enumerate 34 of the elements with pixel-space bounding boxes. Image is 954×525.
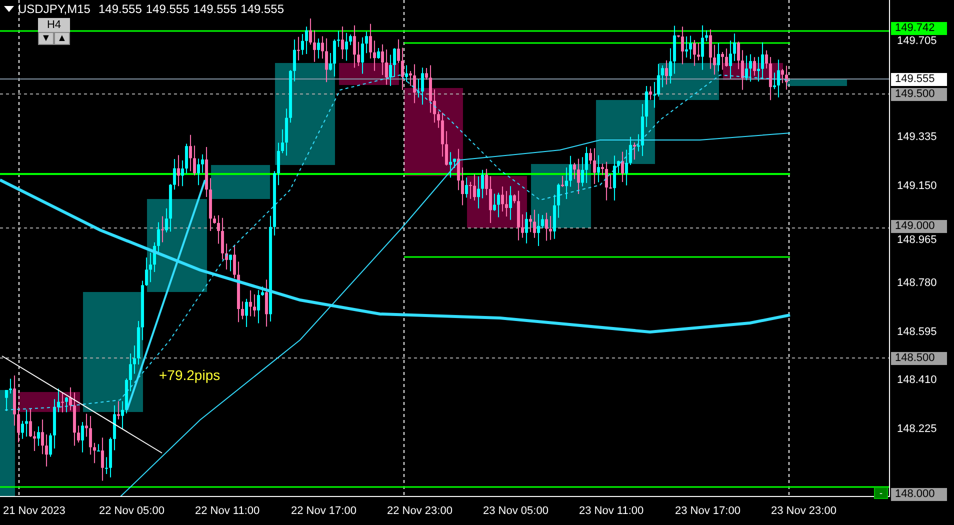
ohlc-price: 149.555	[240, 3, 284, 15]
pips-annotation: +79.2pips	[159, 368, 220, 382]
ohlc-price: 149.555	[193, 3, 237, 15]
time-axis-label: 22 Nov 11:00	[195, 506, 260, 517]
price-tag: 149.555	[891, 73, 947, 86]
price-tag: 148.000	[891, 488, 947, 501]
timeframe-button[interactable]: H4	[38, 18, 70, 32]
collapse-triangle-icon[interactable]	[4, 6, 14, 12]
ohlc-price: 149.555	[98, 3, 142, 15]
price-axis-label: 149.335	[897, 132, 937, 144]
time-axis-label: 21 Nov 2023	[3, 506, 66, 517]
price-axis-label: 148.780	[897, 278, 937, 289]
time-axis-label: 23 Nov 05:00	[483, 506, 548, 517]
time-axis-label: 23 Nov 17:00	[675, 506, 740, 517]
time-axis-label: 22 Nov 17:00	[291, 506, 356, 517]
price-tag: 149.742	[891, 22, 947, 35]
time-axis-label: 22 Nov 23:00	[387, 506, 452, 517]
price-axis-label: 149.705	[897, 36, 937, 47]
price-axis-label: 148.595	[897, 326, 937, 338]
price-tag: 149.000	[891, 220, 947, 233]
time-axis-label: 23 Nov 11:00	[579, 506, 644, 517]
price-tag: 148.500	[891, 352, 947, 365]
time-axis-label: 23 Nov 23:00	[771, 506, 836, 517]
symbol-label: USDJPY,M15	[18, 3, 90, 15]
corner-button[interactable]: -	[874, 487, 888, 499]
step-arrow-button[interactable]: ▼	[38, 32, 54, 45]
step-arrow-button[interactable]: ▲	[54, 32, 70, 45]
price-axis-label: 148.410	[897, 375, 937, 386]
price-tag: 149.500	[891, 88, 947, 101]
price-axis-label: 148.225	[897, 424, 937, 435]
price-axis-label: 149.150	[897, 180, 937, 192]
ohlc-price: 149.555	[146, 3, 190, 15]
price-axis-label: 148.965	[897, 235, 937, 246]
time-axis-label: 22 Nov 05:00	[99, 506, 164, 517]
